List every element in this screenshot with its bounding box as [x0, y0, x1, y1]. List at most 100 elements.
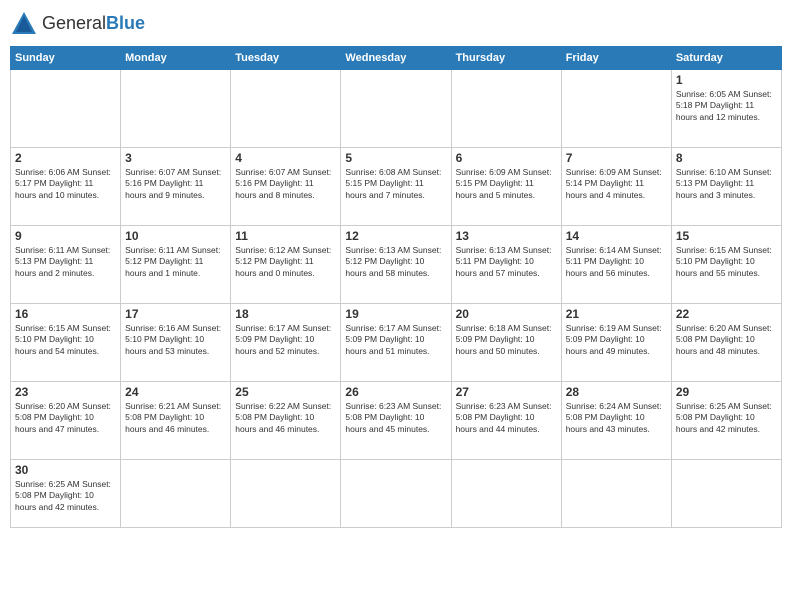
- calendar-cell: [671, 460, 781, 528]
- day-info: Sunrise: 6:15 AM Sunset: 5:10 PM Dayligh…: [15, 323, 116, 357]
- calendar-cell: 2 Sunrise: 6:06 AM Sunset: 5:17 PM Daylig…: [11, 148, 121, 226]
- day-info: Sunrise: 6:10 AM Sunset: 5:13 PM Dayligh…: [676, 167, 777, 201]
- calendar: SundayMondayTuesdayWednesdayThursdayFrid…: [10, 46, 782, 528]
- day-info: Sunrise: 6:09 AM Sunset: 5:15 PM Dayligh…: [456, 167, 557, 201]
- calendar-cell: 25 Sunrise: 6:22 AM Sunset: 5:08 PM Dayli…: [231, 382, 341, 460]
- day-number: 25: [235, 385, 336, 399]
- day-number: 18: [235, 307, 336, 321]
- day-number: 12: [345, 229, 446, 243]
- day-number: 21: [566, 307, 667, 321]
- weekday-header: Wednesday: [341, 47, 451, 70]
- day-info: Sunrise: 6:05 AM Sunset: 5:18 PM Dayligh…: [676, 89, 777, 123]
- calendar-cell: 22 Sunrise: 6:20 AM Sunset: 5:08 PM Dayli…: [671, 304, 781, 382]
- calendar-cell: 29Sunrise: 6:25 AM Sunset: 5:08 PM Dayli…: [671, 382, 781, 460]
- day-info: Sunrise: 6:17 AM Sunset: 5:09 PM Dayligh…: [235, 323, 336, 357]
- day-info: Sunrise: 6:11 AM Sunset: 5:12 PM Dayligh…: [125, 245, 226, 279]
- calendar-cell: 26Sunrise: 6:23 AM Sunset: 5:08 PM Dayli…: [341, 382, 451, 460]
- calendar-cell: [561, 70, 671, 148]
- day-info: Sunrise: 6:14 AM Sunset: 5:11 PM Dayligh…: [566, 245, 667, 279]
- day-info: Sunrise: 6:22 AM Sunset: 5:08 PM Dayligh…: [235, 401, 336, 435]
- calendar-cell: 15Sunrise: 6:15 AM Sunset: 5:10 PM Dayli…: [671, 226, 781, 304]
- calendar-cell: 14 Sunrise: 6:14 AM Sunset: 5:11 PM Dayli…: [561, 226, 671, 304]
- calendar-cell: 17Sunrise: 6:16 AM Sunset: 5:10 PM Dayli…: [121, 304, 231, 382]
- day-number: 14: [566, 229, 667, 243]
- day-info: Sunrise: 6:21 AM Sunset: 5:08 PM Dayligh…: [125, 401, 226, 435]
- day-number: 7: [566, 151, 667, 165]
- day-info: Sunrise: 6:08 AM Sunset: 5:15 PM Dayligh…: [345, 167, 446, 201]
- day-info: Sunrise: 6:07 AM Sunset: 5:16 PM Dayligh…: [125, 167, 226, 201]
- day-number: 13: [456, 229, 557, 243]
- calendar-cell: 1 Sunrise: 6:05 AM Sunset: 5:18 PM Daylig…: [671, 70, 781, 148]
- calendar-cell: [11, 70, 121, 148]
- day-number: 9: [15, 229, 116, 243]
- calendar-cell: 9 Sunrise: 6:11 AM Sunset: 5:13 PM Daylig…: [11, 226, 121, 304]
- day-number: 11: [235, 229, 336, 243]
- day-info: Sunrise: 6:18 AM Sunset: 5:09 PM Dayligh…: [456, 323, 557, 357]
- day-info: Sunrise: 6:09 AM Sunset: 5:14 PM Dayligh…: [566, 167, 667, 201]
- weekday-header: Monday: [121, 47, 231, 70]
- calendar-cell: 4 Sunrise: 6:07 AM Sunset: 5:16 PM Daylig…: [231, 148, 341, 226]
- day-number: 24: [125, 385, 226, 399]
- day-number: 5: [345, 151, 446, 165]
- day-info: Sunrise: 6:25 AM Sunset: 5:08 PM Dayligh…: [15, 479, 116, 513]
- calendar-cell: 21Sunrise: 6:19 AM Sunset: 5:09 PM Dayli…: [561, 304, 671, 382]
- calendar-cell: 30 Sunrise: 6:25 AM Sunset: 5:08 PM Dayli…: [11, 460, 121, 528]
- day-number: 19: [345, 307, 446, 321]
- day-number: 1: [676, 73, 777, 87]
- day-number: 22: [676, 307, 777, 321]
- calendar-cell: [121, 70, 231, 148]
- day-info: Sunrise: 6:20 AM Sunset: 5:08 PM Dayligh…: [676, 323, 777, 357]
- logo-text: GeneralBlue: [42, 14, 145, 34]
- calendar-cell: 7 Sunrise: 6:09 AM Sunset: 5:14 PM Daylig…: [561, 148, 671, 226]
- day-number: 2: [15, 151, 116, 165]
- calendar-cell: 24 Sunrise: 6:21 AM Sunset: 5:08 PM Dayli…: [121, 382, 231, 460]
- calendar-cell: 20 Sunrise: 6:18 AM Sunset: 5:09 PM Dayli…: [451, 304, 561, 382]
- day-info: Sunrise: 6:20 AM Sunset: 5:08 PM Dayligh…: [15, 401, 116, 435]
- calendar-cell: [451, 460, 561, 528]
- calendar-cell: [561, 460, 671, 528]
- calendar-cell: [451, 70, 561, 148]
- day-info: Sunrise: 6:16 AM Sunset: 5:10 PM Dayligh…: [125, 323, 226, 357]
- weekday-header: Tuesday: [231, 47, 341, 70]
- day-info: Sunrise: 6:17 AM Sunset: 5:09 PM Dayligh…: [345, 323, 446, 357]
- calendar-cell: 18 Sunrise: 6:17 AM Sunset: 5:09 PM Dayli…: [231, 304, 341, 382]
- logo: GeneralBlue: [10, 10, 145, 38]
- day-number: 10: [125, 229, 226, 243]
- day-number: 6: [456, 151, 557, 165]
- day-number: 3: [125, 151, 226, 165]
- day-number: 4: [235, 151, 336, 165]
- day-number: 23: [15, 385, 116, 399]
- calendar-cell: 5 Sunrise: 6:08 AM Sunset: 5:15 PM Daylig…: [341, 148, 451, 226]
- day-info: Sunrise: 6:07 AM Sunset: 5:16 PM Dayligh…: [235, 167, 336, 201]
- calendar-cell: [231, 460, 341, 528]
- header: GeneralBlue: [10, 10, 782, 38]
- day-info: Sunrise: 6:06 AM Sunset: 5:17 PM Dayligh…: [15, 167, 116, 201]
- day-number: 27: [456, 385, 557, 399]
- calendar-cell: 13Sunrise: 6:13 AM Sunset: 5:11 PM Dayli…: [451, 226, 561, 304]
- calendar-cell: 8Sunrise: 6:10 AM Sunset: 5:13 PM Daylig…: [671, 148, 781, 226]
- calendar-cell: [341, 70, 451, 148]
- calendar-cell: 11 Sunrise: 6:12 AM Sunset: 5:12 PM Dayli…: [231, 226, 341, 304]
- day-info: Sunrise: 6:13 AM Sunset: 5:12 PM Dayligh…: [345, 245, 446, 279]
- day-number: 20: [456, 307, 557, 321]
- calendar-cell: [341, 460, 451, 528]
- day-info: Sunrise: 6:15 AM Sunset: 5:10 PM Dayligh…: [676, 245, 777, 279]
- calendar-cell: [121, 460, 231, 528]
- calendar-cell: 3 Sunrise: 6:07 AM Sunset: 5:16 PM Daylig…: [121, 148, 231, 226]
- day-number: 16: [15, 307, 116, 321]
- calendar-cell: 28Sunrise: 6:24 AM Sunset: 5:08 PM Dayli…: [561, 382, 671, 460]
- day-info: Sunrise: 6:11 AM Sunset: 5:13 PM Dayligh…: [15, 245, 116, 279]
- day-number: 30: [15, 463, 116, 477]
- day-info: Sunrise: 6:25 AM Sunset: 5:08 PM Dayligh…: [676, 401, 777, 435]
- calendar-cell: 6 Sunrise: 6:09 AM Sunset: 5:15 PM Daylig…: [451, 148, 561, 226]
- day-number: 28: [566, 385, 667, 399]
- day-info: Sunrise: 6:12 AM Sunset: 5:12 PM Dayligh…: [235, 245, 336, 279]
- calendar-cell: 10 Sunrise: 6:11 AM Sunset: 5:12 PM Dayli…: [121, 226, 231, 304]
- weekday-header: Sunday: [11, 47, 121, 70]
- day-number: 26: [345, 385, 446, 399]
- calendar-cell: 12 Sunrise: 6:13 AM Sunset: 5:12 PM Dayli…: [341, 226, 451, 304]
- page: GeneralBlue SundayMondayTuesdayWednesday…: [0, 0, 792, 612]
- weekday-header: Friday: [561, 47, 671, 70]
- weekday-header: Saturday: [671, 47, 781, 70]
- day-info: Sunrise: 6:23 AM Sunset: 5:08 PM Dayligh…: [456, 401, 557, 435]
